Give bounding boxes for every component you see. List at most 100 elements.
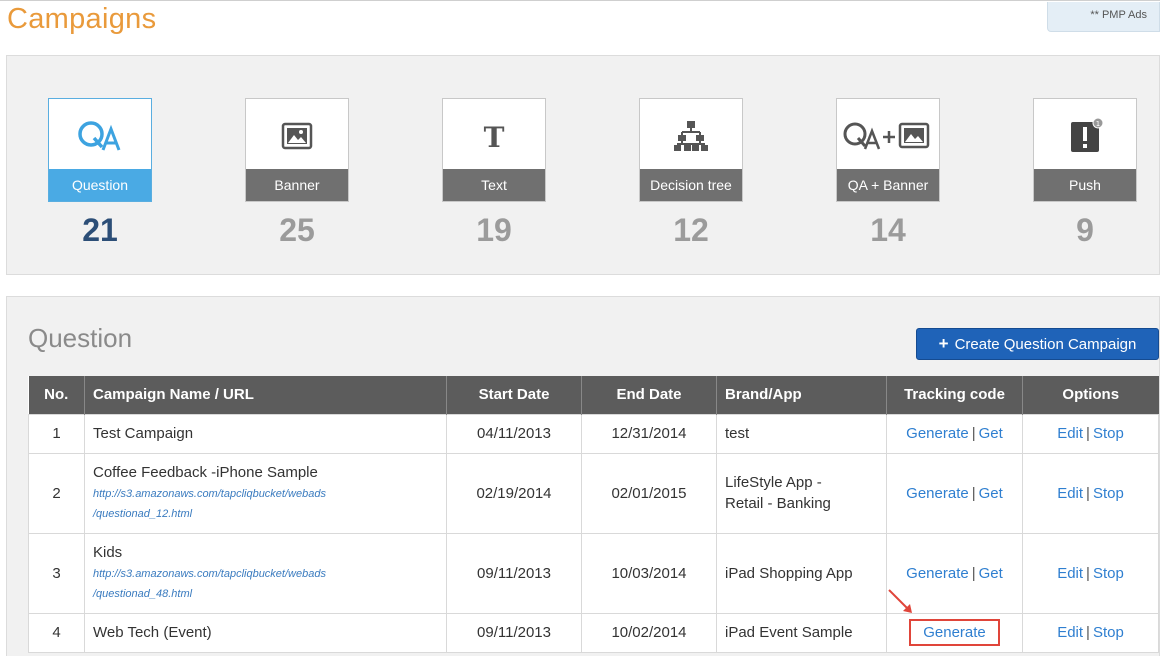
- campaign-name-text[interactable]: Test Campaign: [93, 424, 438, 444]
- separator: |: [1086, 425, 1090, 442]
- edit-link[interactable]: Edit: [1057, 565, 1083, 582]
- campaign-url-line: /questionad_12.html: [93, 507, 193, 520]
- category-tile-qa-banner: QA + Banner 14: [836, 98, 940, 249]
- category-label: Question: [49, 169, 151, 201]
- decision-tree-icon: [640, 119, 742, 153]
- category-label: Push: [1034, 169, 1136, 201]
- image-icon: [246, 119, 348, 153]
- svg-text:1: 1: [1096, 120, 1100, 128]
- row-number: 1: [28, 413, 85, 454]
- column-header[interactable]: No.: [28, 376, 85, 414]
- generate-link[interactable]: Generate: [906, 485, 969, 502]
- end-date: 12/31/2014: [581, 413, 717, 454]
- tracking-code-cell: Generate | Get: [886, 413, 1023, 454]
- category-count: 14: [870, 212, 906, 248]
- start-date: 04/11/2013: [446, 413, 582, 454]
- category-decision-tree-button[interactable]: Decision tree: [639, 98, 743, 202]
- end-date: 10/03/2014: [581, 532, 717, 614]
- options-cell: Edit | Stop: [1022, 612, 1159, 653]
- category-tile-push: 1 Push 9: [1033, 98, 1137, 249]
- pmp-ads-badge[interactable]: ** PMP Ads: [1047, 2, 1160, 32]
- options-cell: Edit | Stop: [1022, 452, 1159, 534]
- table-header-row: No. Campaign Name / URL Start Date End D…: [28, 376, 1159, 414]
- category-count: 9: [1076, 212, 1094, 248]
- campaign-url-line: /questionad_48.html: [93, 587, 193, 600]
- brand-app: iPad Event Sample: [716, 612, 887, 653]
- generate-link-highlighted[interactable]: Generate: [909, 619, 1000, 646]
- table-row: 1 Test Campaign 04/11/2013 12/31/2014 te…: [28, 413, 1159, 454]
- section-title: Question: [28, 323, 133, 353]
- campaign-name: Coffee Feedback -iPhone Sample http://s3…: [84, 452, 447, 534]
- category-banner-button[interactable]: Banner: [245, 98, 349, 202]
- edit-link[interactable]: Edit: [1057, 425, 1083, 442]
- table-row: 4 Web Tech (Event) 09/11/2013 10/02/2014…: [28, 612, 1159, 653]
- category-count: 12: [673, 212, 709, 248]
- start-date: 09/11/2013: [446, 612, 582, 653]
- campaign-name-text[interactable]: Coffee Feedback -iPhone Sample: [93, 463, 438, 483]
- separator: |: [1086, 564, 1090, 582]
- edit-link[interactable]: Edit: [1057, 485, 1083, 502]
- campaign-url-line: http://s3.amazonaws.com/tapcliqbucket/we…: [93, 567, 326, 580]
- column-header[interactable]: Options: [1022, 376, 1159, 414]
- column-header[interactable]: End Date: [581, 376, 717, 414]
- separator: |: [971, 425, 976, 442]
- column-header[interactable]: Start Date: [446, 376, 582, 414]
- category-tile-question: Question 21: [48, 98, 152, 249]
- row-number: 3: [28, 532, 85, 614]
- campaign-name-text[interactable]: Web Tech (Event): [93, 623, 438, 643]
- campaigns-table: No. Campaign Name / URL Start Date End D…: [28, 376, 1159, 653]
- category-label: Banner: [246, 169, 348, 201]
- generate-link[interactable]: Generate: [906, 425, 969, 442]
- stop-link[interactable]: Stop: [1093, 624, 1124, 641]
- category-text-button[interactable]: T Text: [442, 98, 546, 202]
- table-row: 3 Kids http://s3.amazonaws.com/tapcliqbu…: [28, 532, 1159, 614]
- brand-app-line: LifeStyle App -: [725, 474, 822, 491]
- category-qa-banner-button[interactable]: QA + Banner: [836, 98, 940, 202]
- campaign-name: Test Campaign: [84, 413, 447, 454]
- separator: |: [1086, 624, 1090, 641]
- category-tile-decision-tree: Decision tree 12: [639, 98, 743, 249]
- end-date: 02/01/2015: [581, 452, 717, 534]
- qa-banner-icon: [837, 119, 939, 153]
- tracking-code-cell: Generate | Get: [886, 452, 1023, 534]
- campaign-name-text[interactable]: Kids: [93, 543, 438, 563]
- tracking-code-cell: Generate: [886, 612, 1023, 653]
- category-count: 21: [82, 212, 118, 248]
- campaign-name: Web Tech (Event): [84, 612, 447, 653]
- column-header[interactable]: Tracking code: [886, 376, 1023, 414]
- campaign-url-line: http://s3.amazonaws.com/tapcliqbucket/we…: [93, 487, 326, 500]
- category-question-button[interactable]: Question: [48, 98, 152, 202]
- stop-link[interactable]: Stop: [1093, 565, 1124, 582]
- category-push-button[interactable]: 1 Push: [1033, 98, 1137, 202]
- push-icon: 1: [1034, 118, 1136, 153]
- get-link[interactable]: Get: [979, 425, 1003, 442]
- column-header[interactable]: Campaign Name / URL: [84, 376, 447, 414]
- brand-app: test: [716, 413, 887, 454]
- options-cell: Edit | Stop: [1022, 413, 1159, 454]
- get-link[interactable]: Get: [979, 565, 1003, 582]
- category-label: QA + Banner: [837, 169, 939, 201]
- campaign-url[interactable]: http://s3.amazonaws.com/tapcliqbucket/we…: [93, 484, 438, 524]
- campaign-category-panel: Question 21 Banner 25 T Text 19 Decision…: [6, 55, 1160, 275]
- category-tile-banner: Banner 25: [245, 98, 349, 249]
- svg-text:T: T: [484, 121, 505, 151]
- campaign-url[interactable]: http://s3.amazonaws.com/tapcliqbucket/we…: [93, 564, 438, 604]
- column-header[interactable]: Brand/App: [716, 376, 887, 414]
- stop-link[interactable]: Stop: [1093, 425, 1124, 442]
- options-cell: Edit | Stop: [1022, 532, 1159, 614]
- create-question-campaign-button[interactable]: + Create Question Campaign: [916, 328, 1159, 360]
- category-tile-text: T Text 19: [442, 98, 546, 249]
- end-date: 10/02/2014: [581, 612, 717, 653]
- annotation-arrow-icon: [888, 589, 912, 613]
- category-count: 19: [476, 212, 512, 248]
- text-icon: T: [443, 119, 545, 153]
- brand-app: LifeStyle App - Retail - Banking: [716, 452, 887, 534]
- separator: |: [971, 564, 976, 582]
- generate-link[interactable]: Generate: [906, 565, 969, 582]
- stop-link[interactable]: Stop: [1093, 485, 1124, 502]
- get-link[interactable]: Get: [979, 485, 1003, 502]
- edit-link[interactable]: Edit: [1057, 624, 1083, 641]
- plus-icon: +: [938, 334, 949, 353]
- row-number: 2: [28, 452, 85, 534]
- separator: |: [1086, 484, 1090, 502]
